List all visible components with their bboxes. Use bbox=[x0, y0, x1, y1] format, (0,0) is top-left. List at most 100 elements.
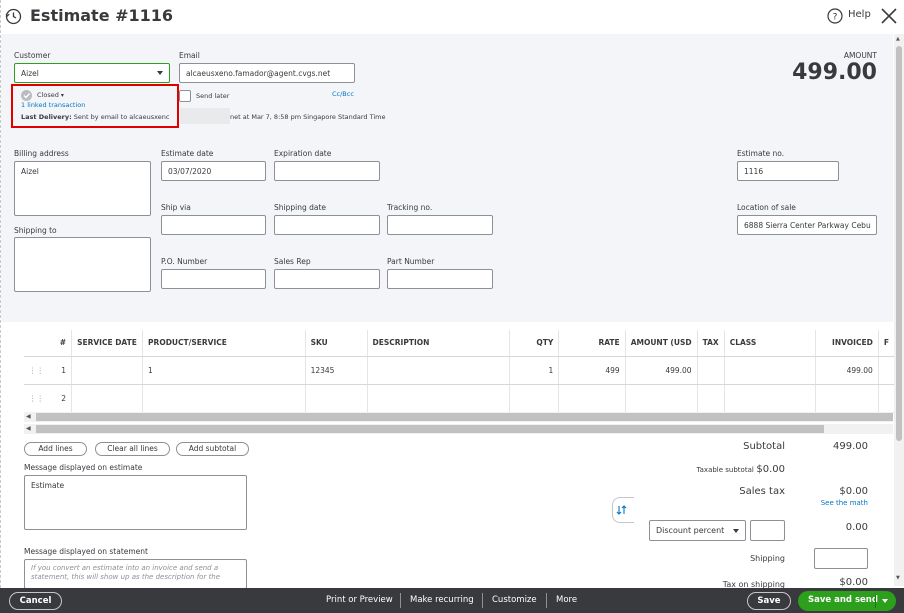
send-later-checkbox[interactable] bbox=[179, 90, 191, 102]
make-recurring-button[interactable]: Make recurring bbox=[410, 588, 474, 613]
cell-f bbox=[878, 384, 894, 413]
chevron-down-icon bbox=[157, 71, 163, 75]
discount-type-select[interactable]: Discount percent bbox=[649, 520, 746, 541]
message-statement-placeholder: If you convert an estimate into an invoi… bbox=[31, 564, 221, 581]
clear-all-lines-button[interactable]: Clear all lines bbox=[95, 442, 170, 456]
h-scrollbar-thumb-2[interactable] bbox=[36, 425, 824, 433]
shipping-field[interactable] bbox=[814, 548, 868, 569]
add-lines-button[interactable]: Add lines bbox=[24, 442, 87, 456]
scrollbar-thumb[interactable] bbox=[896, 46, 902, 441]
cell-description[interactable] bbox=[367, 384, 510, 413]
horizontal-scrollbar-2[interactable]: ◀ bbox=[24, 424, 893, 434]
save-and-send-label: Save and send bbox=[808, 595, 878, 605]
history-icon[interactable] bbox=[5, 8, 22, 25]
cell-class[interactable] bbox=[724, 356, 816, 385]
save-and-send-button[interactable]: Save and send bbox=[798, 591, 896, 611]
sales-rep-field[interactable] bbox=[274, 269, 380, 289]
estimate-no-label: Estimate no. bbox=[737, 149, 785, 158]
cell-description[interactable] bbox=[367, 356, 510, 385]
taxable-subtotal-label: Taxable subtotal bbox=[696, 466, 754, 474]
message-estimate-label: Message displayed on estimate bbox=[24, 463, 143, 472]
drag-handle-icon[interactable]: ⋮⋮ bbox=[24, 356, 49, 385]
tracking-no-label: Tracking no. bbox=[387, 203, 433, 212]
discount-toggle-icon[interactable] bbox=[612, 497, 634, 523]
status-dropdown[interactable]: Closed ▾ bbox=[37, 91, 64, 99]
message-estimate-field[interactable]: Estimate bbox=[24, 475, 247, 530]
amount-label: AMOUNT bbox=[843, 51, 877, 60]
cell-rate[interactable] bbox=[558, 384, 626, 413]
customer-label: Customer bbox=[14, 51, 51, 60]
cc-bcc-link[interactable]: Cc/Bcc bbox=[332, 90, 354, 98]
shipping-date-label: Shipping date bbox=[274, 203, 327, 212]
part-number-field[interactable] bbox=[387, 269, 493, 289]
col-header-qty: QTY bbox=[509, 330, 560, 357]
col-header-rate: RATE bbox=[558, 330, 626, 357]
print-preview-button[interactable]: Print or Preview bbox=[326, 588, 393, 613]
help-icon[interactable]: ? bbox=[827, 8, 843, 24]
po-number-field[interactable] bbox=[161, 269, 266, 289]
drag-handle-icon[interactable]: ⋮⋮ bbox=[24, 384, 49, 413]
cell-product[interactable]: 1 bbox=[142, 356, 306, 385]
tracking-no-field[interactable] bbox=[387, 215, 493, 235]
email-field[interactable]: alcaeusxeno.famador@agent.cvgs.net bbox=[179, 63, 355, 83]
cell-sku[interactable] bbox=[305, 384, 368, 413]
estimate-date-field[interactable]: 03/07/2020 bbox=[161, 161, 266, 181]
scroll-down-arrow[interactable]: ▼ bbox=[896, 575, 900, 581]
customer-select[interactable]: Aizel bbox=[14, 63, 170, 83]
more-button[interactable]: More bbox=[556, 588, 577, 613]
vertical-scrollbar[interactable]: ▲ ▼ bbox=[894, 34, 904, 586]
status-highlight-box: Closed ▾ 1 linked transaction Last Deliv… bbox=[11, 84, 179, 128]
discount-value-field[interactable] bbox=[750, 520, 785, 541]
location-of-sale-field[interactable]: 6888 Sierra Center Parkway Cebu bbox=[737, 215, 877, 235]
scroll-left-arrow[interactable]: ◀ bbox=[26, 413, 31, 420]
cell-qty[interactable]: 1 bbox=[509, 356, 560, 385]
table-row[interactable]: ⋮⋮ 2 bbox=[24, 384, 894, 413]
billing-address-field[interactable]: Aizel bbox=[14, 161, 151, 216]
cancel-button[interactable]: Cancel bbox=[9, 592, 62, 610]
cell-amount[interactable]: 499.00 bbox=[625, 356, 698, 385]
part-number-label: Part Number bbox=[387, 257, 435, 266]
discount-amount: 0.00 bbox=[845, 522, 868, 533]
cell-class[interactable] bbox=[724, 384, 816, 413]
cell-tax[interactable] bbox=[697, 384, 725, 413]
estimate-no-field[interactable]: 1116 bbox=[737, 161, 839, 181]
location-of-sale-value: 6888 Sierra Center Parkway Cebu bbox=[744, 221, 871, 230]
send-later-label: Send later bbox=[196, 92, 230, 100]
shipping-date-field[interactable] bbox=[274, 215, 380, 235]
col-header-tax: TAX bbox=[697, 330, 725, 357]
add-subtotal-button[interactable]: Add subtotal bbox=[176, 442, 249, 456]
see-the-math-link[interactable]: See the math bbox=[821, 499, 868, 507]
email-value: alcaeusxeno.famador@agent.cvgs.net bbox=[186, 69, 331, 78]
close-icon[interactable] bbox=[880, 7, 898, 25]
cell-rate[interactable]: 499 bbox=[558, 356, 626, 385]
last-delivery-text: Sent by email to alcaeusxenc bbox=[73, 113, 170, 121]
col-header-amount: AMOUNT (USD bbox=[625, 330, 698, 357]
cell-amount[interactable] bbox=[625, 384, 698, 413]
subtotal-value: 499.00 bbox=[833, 441, 868, 452]
cell-sku[interactable]: 12345 bbox=[305, 356, 368, 385]
customize-button[interactable]: Customize bbox=[492, 588, 537, 613]
save-button[interactable]: Save bbox=[747, 592, 791, 610]
ship-via-label: Ship via bbox=[161, 203, 191, 212]
scroll-left-arrow-2[interactable]: ◀ bbox=[26, 425, 31, 432]
scroll-up-arrow[interactable]: ▲ bbox=[896, 36, 900, 42]
shipping-to-field[interactable] bbox=[14, 237, 151, 292]
table-row[interactable]: ⋮⋮ 1 1 12345 1 499 499.00 499.00 bbox=[24, 356, 894, 385]
cell-service-date[interactable] bbox=[71, 384, 144, 413]
cell-qty[interactable] bbox=[509, 384, 560, 413]
cell-f bbox=[878, 356, 894, 385]
cell-product[interactable] bbox=[142, 384, 306, 413]
chevron-down-icon[interactable] bbox=[882, 599, 888, 603]
last-delivery-label: Last Delivery: bbox=[21, 113, 72, 121]
expiration-date-field[interactable] bbox=[274, 161, 380, 181]
horizontal-scrollbar[interactable]: ◀ bbox=[24, 412, 893, 422]
ship-via-field[interactable] bbox=[161, 215, 266, 235]
help-label[interactable]: Help bbox=[848, 9, 871, 20]
linked-transaction-link[interactable]: 1 linked transaction bbox=[21, 101, 85, 109]
cell-service-date[interactable] bbox=[71, 356, 144, 385]
cell-tax[interactable] bbox=[697, 356, 725, 385]
save-label: Save bbox=[757, 596, 781, 606]
subtotal-label: Subtotal bbox=[743, 441, 785, 452]
h-scrollbar-thumb[interactable] bbox=[36, 413, 893, 421]
message-statement-field[interactable]: If you convert an estimate into an invoi… bbox=[24, 559, 247, 589]
